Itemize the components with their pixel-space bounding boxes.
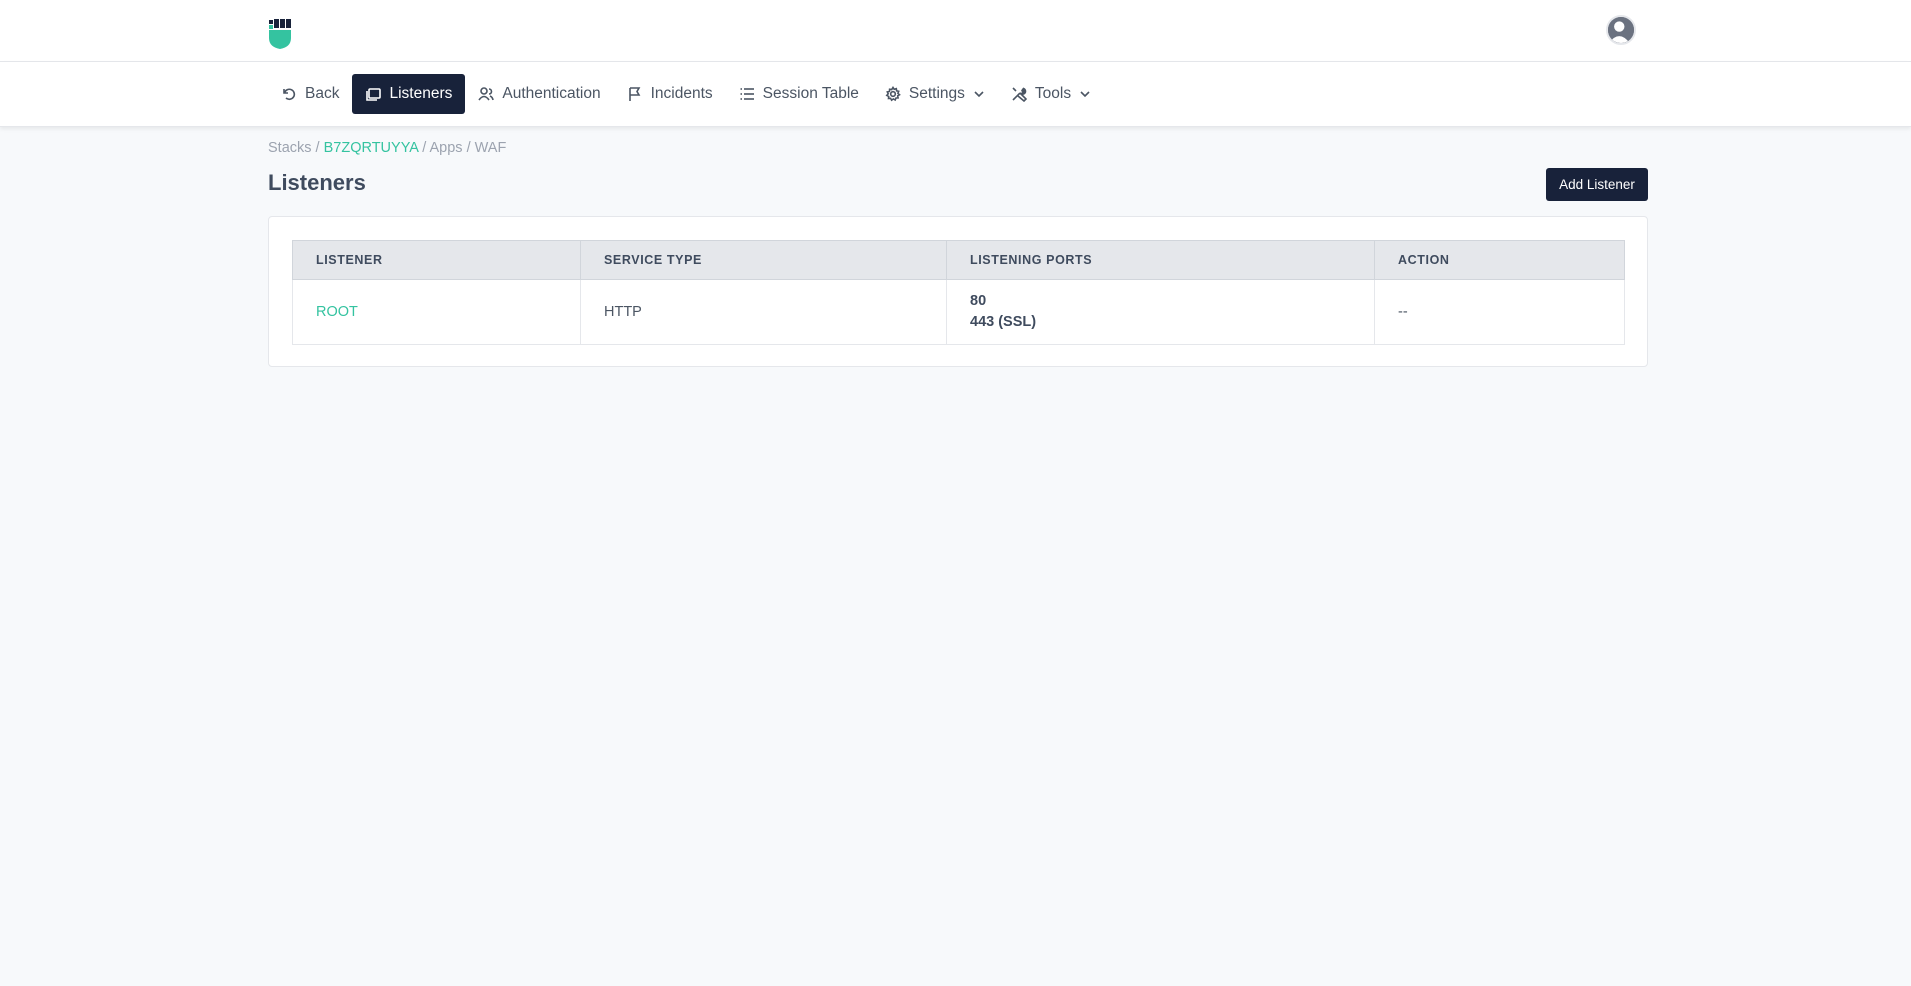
breadcrumb-separator: / — [422, 140, 427, 156]
nav-authentication[interactable]: Authentication — [465, 74, 613, 114]
nav-authentication-label: Authentication — [502, 85, 601, 102]
column-header-listener: LISTENER — [292, 240, 581, 280]
tools-icon — [1012, 87, 1027, 102]
port-value: 80 — [970, 293, 987, 309]
listeners-card: LISTENER SERVICE TYPE LISTENING PORTS AC… — [268, 216, 1648, 367]
table-header-row: LISTENER SERVICE TYPE LISTENING PORTS AC… — [292, 240, 1625, 280]
user-avatar-icon[interactable] — [1606, 15, 1636, 45]
nav-session-table[interactable]: Session Table — [726, 74, 872, 114]
breadcrumb-separator: / — [315, 140, 320, 156]
nav-bar: Back Listeners Authentication Incidents … — [0, 62, 1911, 127]
port-value: 443 (SSL) — [970, 314, 1037, 330]
nav-back[interactable]: Back — [268, 74, 352, 114]
window-stack-icon — [366, 88, 382, 101]
nav-settings[interactable]: Settings — [872, 74, 998, 114]
breadcrumb-waf: WAF — [474, 140, 507, 156]
breadcrumb-separator: / — [466, 140, 471, 156]
chevron-down-icon — [1080, 91, 1090, 98]
flag-icon — [628, 87, 641, 101]
listener-cell: ROOT — [292, 279, 581, 345]
nav-back-label: Back — [305, 85, 340, 102]
nav-incidents[interactable]: Incidents — [614, 74, 726, 114]
table-row: ROOT HTTP 80 443 (SSL) -- — [292, 279, 1625, 345]
list-icon — [740, 88, 754, 100]
chevron-down-icon — [974, 91, 984, 98]
add-listener-button[interactable]: Add Listener — [1546, 168, 1648, 201]
service-type-cell: HTTP — [580, 279, 947, 345]
listener-link[interactable]: ROOT — [316, 304, 358, 320]
users-icon — [478, 87, 495, 101]
nav-listeners[interactable]: Listeners — [352, 74, 466, 114]
avatar-silhouette-icon — [1608, 17, 1634, 43]
column-header-listening-ports: LISTENING PORTS — [946, 240, 1375, 280]
action-cell: -- — [1374, 279, 1625, 345]
breadcrumb: Stacks / B7ZQRTUYYA / Apps / WAF — [268, 140, 506, 156]
fist-shield-logo[interactable] — [268, 18, 296, 50]
listeners-table: LISTENER SERVICE TYPE LISTENING PORTS AC… — [292, 240, 1625, 345]
nav-session-table-label: Session Table — [762, 85, 859, 102]
breadcrumb-stack-id[interactable]: B7ZQRTUYYA — [324, 140, 419, 156]
main-nav: Back Listeners Authentication Incidents … — [268, 74, 1104, 114]
nav-settings-label: Settings — [908, 85, 965, 102]
nav-listeners-label: Listeners — [389, 85, 453, 102]
nav-tools-label: Tools — [1034, 85, 1072, 102]
undo-icon — [283, 88, 296, 101]
gear-icon — [885, 86, 901, 102]
nav-tools[interactable]: Tools — [998, 74, 1104, 114]
page-title: Listeners — [268, 170, 366, 195]
top-bar — [0, 0, 1911, 62]
breadcrumb-apps[interactable]: Apps — [429, 140, 462, 156]
breadcrumb-stacks[interactable]: Stacks — [268, 140, 312, 156]
nav-incidents-label: Incidents — [650, 85, 713, 102]
column-header-service-type: SERVICE TYPE — [580, 240, 947, 280]
column-header-action: ACTION — [1374, 240, 1625, 280]
listening-ports-cell: 80 443 (SSL) — [946, 279, 1375, 345]
